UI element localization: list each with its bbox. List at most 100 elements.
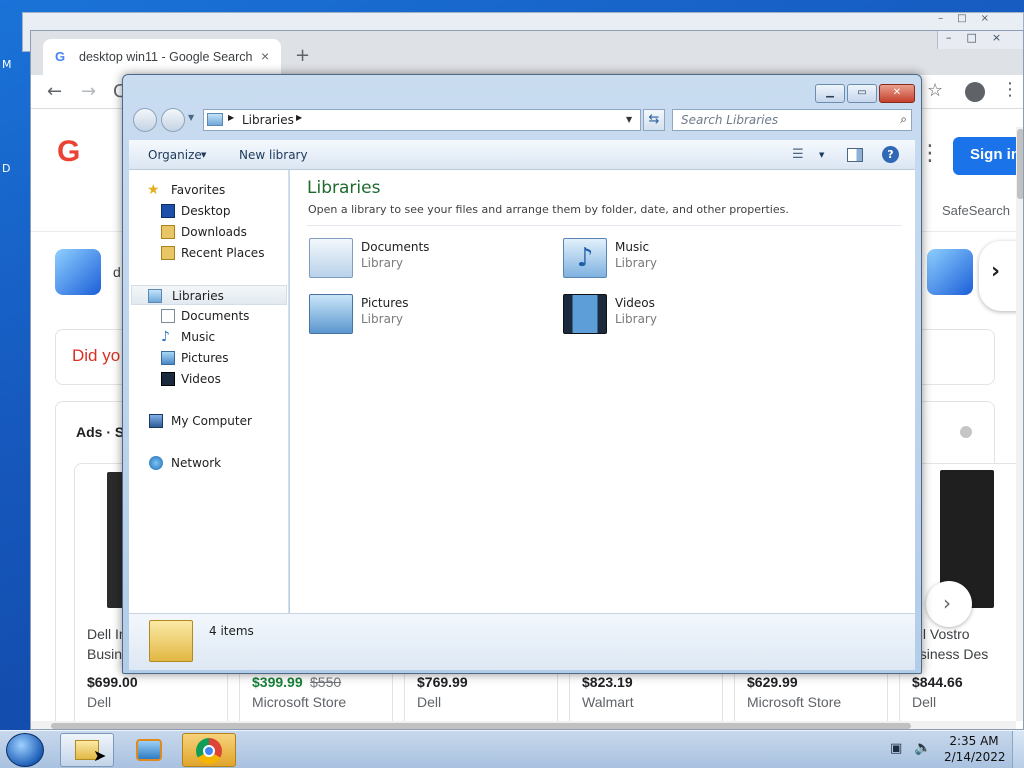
product-store: Dell [417,694,442,710]
vertical-scrollbar[interactable] [1016,127,1023,721]
info-icon[interactable] [960,426,972,438]
nav-label: My Computer [171,414,252,428]
details-pane: 4 items [129,613,915,670]
network-tray-icon[interactable]: ▣ [890,741,902,756]
taskbar-explorer-button[interactable]: ➤ [60,733,114,767]
nav-item-pictures[interactable]: Pictures [129,348,287,368]
view-options-icon[interactable]: ☰ [792,147,804,162]
music-library-icon: ♪ [563,238,607,278]
google-doodle-logo[interactable]: G [57,135,80,169]
library-music[interactable]: ♪ Music Library [561,232,791,282]
nav-libraries[interactable]: Libraries [131,285,287,305]
minimize-button[interactable]: ▁ [815,84,845,103]
product-old-price: $550 [310,674,342,690]
chrome-logo-icon [196,738,222,764]
forward-nav-icon[interactable] [161,108,185,132]
nav-favorites[interactable]: ★ Favorites [129,180,287,200]
nav-item-documents[interactable]: Documents [129,306,287,326]
nav-network[interactable]: Network [129,453,287,473]
related-search-text[interactable]: d [113,264,121,280]
preview-pane-icon[interactable] [847,148,863,162]
desktop-icon [161,204,175,218]
ads-label: Ads · S [76,424,125,440]
related-image-thumbnail[interactable] [55,249,101,295]
library-pictures[interactable]: Pictures Library [307,288,537,338]
back-nav-icon[interactable] [133,108,157,132]
product-store: Walmart [582,694,634,710]
sign-in-button[interactable]: Sign in [953,137,1023,175]
nav-item-downloads[interactable]: Downloads [129,222,287,242]
show-desktop-button[interactable] [1012,731,1024,768]
media-player-icon[interactable] [136,739,162,761]
breadcrumb-libraries[interactable]: Libraries [242,113,294,127]
taskbar-chrome-button[interactable] [182,733,236,767]
nav-label: Music [181,330,216,344]
volume-tray-icon[interactable]: 🔈 [914,740,931,756]
mouse-cursor-icon: ➤ [93,746,107,765]
scrollbar-thumb[interactable] [51,723,911,729]
nav-item-music[interactable]: ♪ Music [129,327,287,347]
libraries-folder-large-icon [149,620,193,662]
nav-my-computer[interactable]: My Computer [129,411,287,431]
search-placeholder: Search Libraries [681,113,779,127]
chrome-logo-center [203,745,215,757]
browser-tab[interactable]: G desktop win11 - Google Search × [43,39,281,75]
organize-chevron-icon[interactable]: ▼ [201,151,206,159]
clock-date: 2/14/2022 [944,750,1006,764]
network-icon [149,456,163,470]
scrollbar-thumb[interactable] [1017,129,1023,199]
breadcrumb-arrow-icon[interactable]: ▶ [228,113,234,122]
nav-item-videos[interactable]: Videos [129,369,287,389]
safesearch-label[interactable]: SafeSearch [942,203,1010,218]
breadcrumb-arrow-icon[interactable]: ▶ [296,113,302,122]
videos-library-icon [563,294,607,334]
nav-item-recent-places[interactable]: Recent Places [129,243,287,263]
library-name: Pictures [361,296,409,310]
product-price: $844.66 [912,674,963,690]
bookmark-star-icon[interactable]: ☆ [927,80,943,101]
back-arrow-icon[interactable]: ← [47,81,62,102]
chrome-window-controls[interactable]: –□× [937,31,1023,49]
forward-arrow-icon[interactable]: → [81,81,96,102]
command-bar: Organize ▼ New library ☰ ▼ ? [129,140,915,170]
product-store: Microsoft Store [747,694,842,710]
product-price: $699.00 [87,674,138,690]
carousel-next-icon[interactable]: › [926,581,972,627]
product-name: ell Vostro usiness Des [912,626,989,662]
tab-close-icon[interactable]: × [261,48,269,64]
recent-pages-chevron-icon[interactable]: ▼ [188,113,194,122]
library-type: Library [361,256,403,270]
clock-time: 2:35 AM [949,734,999,748]
profile-avatar-icon[interactable] [965,82,985,102]
new-tab-button[interactable]: + [295,45,310,66]
did-you-mean-text[interactable]: Did yo [72,346,120,366]
start-button-icon[interactable] [6,733,44,767]
page-description: Open a library to see your files and arr… [308,203,789,216]
videos-icon [161,372,175,386]
new-library-button[interactable]: New library [239,148,308,162]
search-icon[interactable]: ⌕ [900,112,907,127]
library-name: Videos [615,296,655,310]
organize-button[interactable]: Organize [148,148,202,162]
library-documents[interactable]: Documents Library [307,232,537,282]
nav-label: Recent Places [181,246,265,260]
nav-item-desktop[interactable]: Desktop [129,201,287,221]
help-icon[interactable]: ? [882,146,899,163]
libraries-content-pane: Libraries Open a library to see your fil… [290,170,915,613]
google-apps-menu-icon[interactable]: ⋮ [919,141,941,166]
chrome-tab-strip: G desktop win11 - Google Search × + –□× [31,31,1023,75]
address-bar[interactable]: ▶ Libraries ▶ ▼ [203,109,641,131]
chrome-menu-icon[interactable]: ⋮ [1001,79,1019,100]
horizontal-scrollbar[interactable] [31,721,1016,729]
refresh-icon[interactable]: ⇆ [643,109,665,131]
maximize-button[interactable]: ▭ [847,84,877,103]
view-chevron-icon[interactable]: ▼ [819,151,824,159]
product-price: $629.99 [747,674,798,690]
address-dropdown-icon[interactable]: ▼ [626,115,632,124]
close-button[interactable]: ✕ [879,84,915,103]
related-image-thumbnail[interactable] [927,249,973,295]
search-libraries-input[interactable]: Search Libraries ⌕ [672,109,912,131]
system-clock[interactable]: 2:35 AM 2/14/2022 [944,733,1006,765]
library-videos[interactable]: Videos Library [561,288,791,338]
documents-library-icon [309,238,353,278]
